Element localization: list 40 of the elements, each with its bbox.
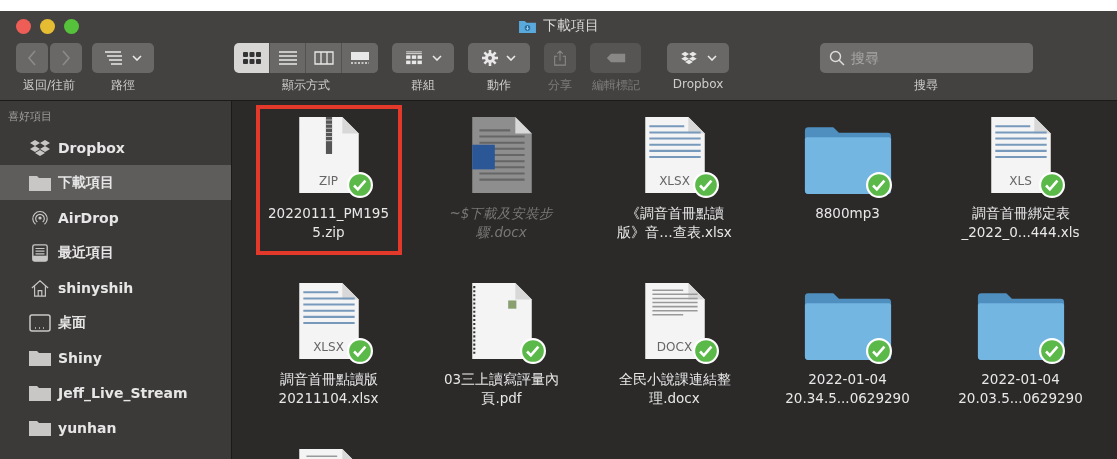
file-type-label: XLSX <box>312 340 345 354</box>
file-name-line[interactable]: 2022-01-04 <box>981 370 1060 389</box>
file-name-line[interactable]: 調音首冊綁定表 <box>971 204 1070 223</box>
sidebar-item[interactable]: Shiny <box>0 340 231 375</box>
sidebar-item[interactable]: 下載項目 <box>0 165 231 200</box>
file-type-label: ZIP <box>318 174 339 188</box>
toolbar-label: 群組 <box>411 77 435 94</box>
toolbar-label: 返回/往前 <box>22 77 75 94</box>
file-name-line[interactable]: 20211104.xlsx <box>278 389 379 408</box>
file-name-line[interactable]: 全民小說課連結整 <box>618 370 731 389</box>
file-name-line[interactable]: 《調音首冊點讀 <box>625 204 724 223</box>
file-type-label: DOCX <box>655 340 694 354</box>
toolbar-label: 動作 <box>487 77 511 94</box>
sidebar-item[interactable]: shinyshih <box>0 270 231 305</box>
file-name-line[interactable]: 5.zip <box>312 223 345 242</box>
toolbar-label: Dropbox <box>672 77 724 91</box>
file-name-line[interactable]: 版》音…查表.xlsx <box>617 223 732 242</box>
file-type-label: XLS <box>1008 174 1033 188</box>
file-name-line[interactable]: 20.34.5...0629290 <box>785 389 910 408</box>
sidebar-item[interactable]: Jeff_Live_Stream <box>0 375 231 410</box>
sidebar-item[interactable]: AirDrop <box>0 200 231 235</box>
toolbar-label: 路徑 <box>111 77 135 94</box>
sidebar-item[interactable]: Dropbox <box>0 130 231 165</box>
sidebar-heading: 喜好項目 <box>7 109 53 125</box>
sidebar-item[interactable]: yunhan <box>0 410 231 445</box>
file-name-line[interactable]: 調音首冊點讀版 <box>279 370 378 389</box>
file-name-line[interactable]: 理.docx <box>649 389 700 408</box>
toolbar-label: 搜尋 <box>914 77 938 94</box>
file-name-line[interactable]: 8800mp3 <box>815 204 880 223</box>
sidebar-item[interactable]: 最近項目 <box>0 235 231 270</box>
file-name-line[interactable]: 2022-01-04 <box>808 370 887 389</box>
file-name-line[interactable]: 頁.pdf <box>481 389 522 408</box>
file-name-line[interactable]: 20.03.5...0629290 <box>958 389 1083 408</box>
file-name-line[interactable]: _2022_0...444.xls <box>961 223 1080 242</box>
file-name-line[interactable]: 20220111_PM195 <box>268 204 389 223</box>
file-type-label: XLSX <box>658 174 691 188</box>
toolbar-label: 顯示方式 <box>282 77 330 94</box>
window-title: 下載項目 <box>543 17 599 35</box>
sidebar-item[interactable]: 桌面 <box>0 305 231 340</box>
file-name-line[interactable]: 03三上讀寫評量內 <box>443 370 560 389</box>
